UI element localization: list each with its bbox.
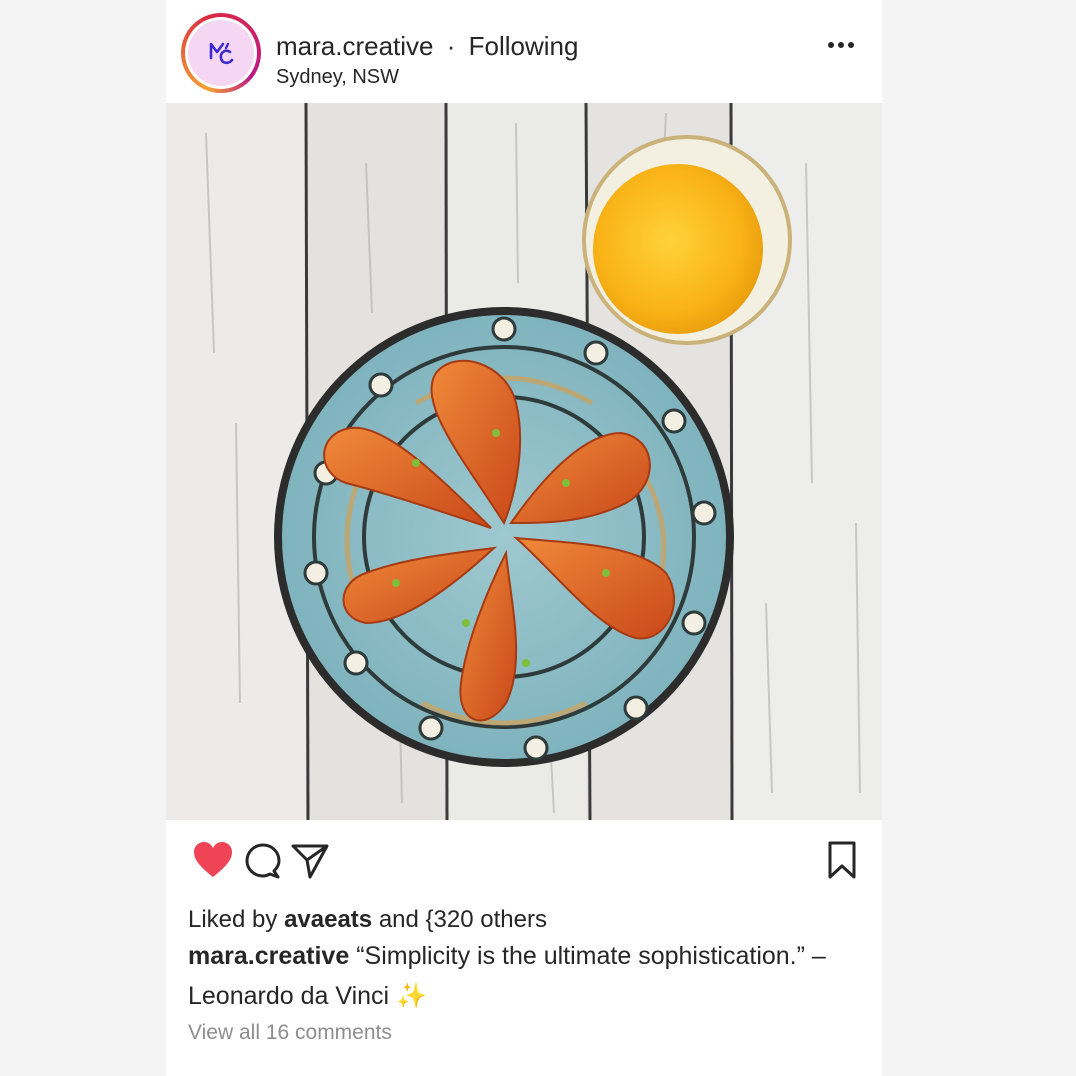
following-button[interactable]: Following [469,31,579,61]
bookmark-icon[interactable] [826,840,858,880]
action-bar [166,820,882,900]
post-image[interactable] [166,103,882,820]
avatar[interactable] [181,13,261,93]
location-link[interactable]: Sydney, NSW [276,64,399,90]
more-options-icon[interactable] [822,30,862,60]
heart-icon[interactable] [192,840,234,880]
username-row: mara.creative · Following [276,30,578,62]
liked-by-others-link[interactable]: and {320 others [379,906,547,933]
shrimp-plate-photo [166,103,882,820]
liked-by-user-link[interactable]: avaeats [284,906,372,933]
post-caption: mara.creative “Simplicity is the ultimat… [188,936,828,1016]
liked-by-prefix: Liked by [188,906,278,933]
mc-logo-icon [209,42,234,65]
likes-summary: Liked by avaeats and {320 others [188,904,547,936]
share-icon[interactable] [290,842,330,880]
avatar-logo [188,20,254,86]
comment-icon[interactable] [244,842,282,880]
post-card: mara.creative · Following Sydney, NSW Li… [166,0,882,1076]
username-link[interactable]: mara.creative [276,31,434,61]
caption-username-link[interactable]: mara.creative [188,942,349,970]
view-comments-link[interactable]: View all 16 comments [188,1018,392,1048]
separator-dot: · [446,31,456,61]
post-header: mara.creative · Following Sydney, NSW [166,0,882,103]
